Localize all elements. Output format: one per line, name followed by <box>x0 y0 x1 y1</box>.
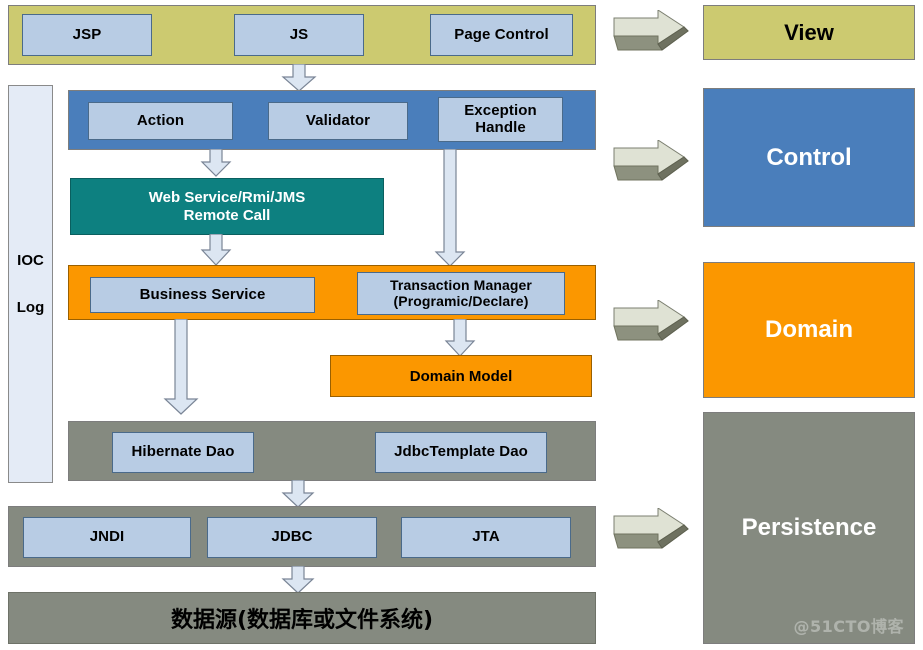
layer-card-persistence[interactable]: Persistence @51CTO博客 <box>703 412 915 644</box>
chip-page-control[interactable]: Page Control <box>430 14 573 56</box>
chip-action[interactable]: Action <box>88 102 233 140</box>
chip-transaction-manager-label: Transaction Manager (Programic/Declare) <box>390 276 532 309</box>
arrow-remote-to-domain-icon <box>200 234 232 266</box>
chip-js-label: JS <box>289 25 309 43</box>
block-arrow-domain-icon <box>613 300 689 341</box>
log-label: Log <box>16 299 45 316</box>
arrow-dao-to-resource-icon <box>281 480 315 508</box>
ioc-log-rail: IOC Log <box>8 85 53 483</box>
layer-card-view-label: View <box>784 19 834 45</box>
arrow-control-to-remote-icon <box>200 149 232 177</box>
chip-validator[interactable]: Validator <box>268 102 408 140</box>
architecture-diagram: IOC Log JSP JS Page Control Action Valid… <box>0 0 923 650</box>
chip-jdbc[interactable]: JDBC <box>207 517 377 558</box>
chip-hibernate-dao-label: Hibernate Dao <box>131 443 235 461</box>
chip-action-label: Action <box>136 111 185 129</box>
chip-transaction-manager[interactable]: Transaction Manager (Programic/Declare) <box>357 272 565 315</box>
chip-jndi-label: JNDI <box>89 528 125 546</box>
chip-exception-handle-label: Exception Handle <box>464 101 537 136</box>
layer-card-control[interactable]: Control <box>703 88 915 227</box>
domain-model-label: Domain Model <box>409 367 513 385</box>
remote-call-label: Web Service/Rmi/JMS Remote Call <box>148 188 306 224</box>
chip-jsp[interactable]: JSP <box>22 14 152 56</box>
arrow-view-to-control-icon <box>281 64 317 92</box>
chip-jta[interactable]: JTA <box>401 517 571 558</box>
layer-card-control-label: Control <box>766 143 852 171</box>
ioc-label: IOC <box>17 252 44 269</box>
arrow-domain-to-dao-icon <box>163 319 199 415</box>
layer-card-domain-label: Domain <box>764 316 853 343</box>
chip-jndi[interactable]: JNDI <box>23 517 191 558</box>
chip-js[interactable]: JS <box>234 14 364 56</box>
chip-jdbctemplate-dao-label: JdbcTemplate Dao <box>394 443 528 461</box>
layer-card-domain[interactable]: Domain <box>703 262 915 398</box>
chip-jdbc-label: JDBC <box>271 528 313 546</box>
block-arrow-control-icon <box>613 140 689 181</box>
domain-model-box[interactable]: Domain Model <box>330 355 592 397</box>
block-arrow-persistence-icon <box>613 508 689 549</box>
watermark: @51CTO博客 <box>793 617 904 636</box>
arrow-resource-to-datasource-icon <box>281 566 315 594</box>
datasource-label: 数据源(数据库或文件系统) <box>170 608 434 633</box>
chip-jdbctemplate-dao[interactable]: JdbcTemplate Dao <box>375 432 547 473</box>
chip-page-control-label: Page Control <box>454 25 549 43</box>
chip-jta-label: JTA <box>472 528 500 546</box>
layer-card-persistence-label: Persistence <box>741 514 877 541</box>
chip-validator-label: Validator <box>305 111 371 129</box>
datasource-band: 数据源(数据库或文件系统) <box>8 592 596 644</box>
chip-exception-handle[interactable]: Exception Handle <box>438 97 563 142</box>
chip-hibernate-dao[interactable]: Hibernate Dao <box>112 432 254 473</box>
arrow-control-to-domain-icon <box>434 149 466 267</box>
chip-business-service-label: Business Service <box>139 285 266 303</box>
block-arrow-view-icon <box>613 10 689 51</box>
layer-card-view[interactable]: View <box>703 5 915 60</box>
chip-jsp-label: JSP <box>72 25 102 43</box>
arrow-domain-to-domain-model-icon <box>444 319 476 357</box>
chip-business-service[interactable]: Business Service <box>90 277 315 313</box>
remote-call-box[interactable]: Web Service/Rmi/JMS Remote Call <box>70 178 384 235</box>
